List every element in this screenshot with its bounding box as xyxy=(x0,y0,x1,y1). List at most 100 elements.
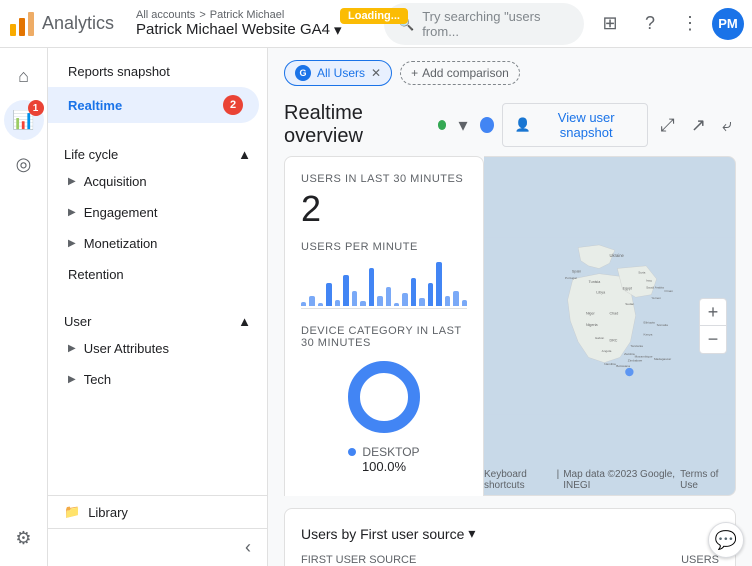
all-users-close-icon: ✕ xyxy=(371,66,381,80)
bar-item xyxy=(436,262,441,306)
share-icon-button[interactable]: ⤶ xyxy=(718,111,736,140)
users-per-min-chart xyxy=(301,259,467,309)
lifecycle-header[interactable]: Life cycle ▲ xyxy=(48,139,267,166)
bar-item xyxy=(453,291,458,306)
sidebar-item-realtime[interactable]: Realtime 2 xyxy=(48,87,259,123)
svg-text:Libya: Libya xyxy=(596,291,606,295)
sidebar-item-engagement[interactable]: ▶ Engagement xyxy=(48,197,259,228)
avatar[interactable]: PM xyxy=(712,8,744,40)
live-status-dot xyxy=(438,120,447,130)
svg-text:Gabon: Gabon xyxy=(595,336,605,340)
bar-item xyxy=(318,303,323,306)
svg-text:Niger: Niger xyxy=(586,311,596,315)
search-bar[interactable]: 🔍 Try searching "users from... xyxy=(384,3,584,45)
sidebar-item-user-attributes[interactable]: ▶ User Attributes xyxy=(48,333,259,364)
view-snapshot-label: View user snapshot xyxy=(537,110,635,140)
app-body: ⌂ 📊 1 ◎ ⚙ Reports snapshot Realtime 2 Li… xyxy=(0,48,752,566)
svg-text:Spain: Spain xyxy=(572,270,581,274)
bar-item xyxy=(377,296,382,306)
sidebar-item-tech[interactable]: ▶ Tech xyxy=(48,364,259,395)
add-icon: + xyxy=(411,66,418,80)
add-comparison-button[interactable]: + Add comparison xyxy=(400,61,520,85)
desktop-label: DESKTOP xyxy=(362,445,419,459)
svg-text:Syria: Syria xyxy=(638,271,645,275)
breadcrumb-sep: > xyxy=(199,9,205,21)
chevron-left-icon: ‹ xyxy=(245,537,251,557)
table-dropdown-icon[interactable]: ▾ xyxy=(468,525,475,542)
donut-chart: DESKTOP 100.0% xyxy=(301,357,467,474)
analytics-logo-icon xyxy=(8,10,36,38)
bar-item xyxy=(411,278,416,306)
zoom-in-button[interactable]: + xyxy=(699,298,727,326)
svg-text:DRC: DRC xyxy=(610,339,618,343)
sidebar-collapse-button[interactable]: ‹ xyxy=(237,533,259,562)
svg-text:Tunisia: Tunisia xyxy=(589,280,602,284)
property-name: Patrick Michael Website GA4 xyxy=(136,21,330,38)
svg-text:Iraq: Iraq xyxy=(646,279,652,283)
svg-text:Somalia: Somalia xyxy=(657,323,669,327)
export-icon-button[interactable]: ↗ xyxy=(687,111,710,140)
bar-item xyxy=(343,275,348,306)
svg-text:Tanzania: Tanzania xyxy=(630,344,643,348)
zoom-out-button[interactable]: − xyxy=(699,326,727,354)
section-title-bar: Realtime overview ▾ 👤 View user snapshot… xyxy=(268,94,752,156)
sidebar-item-reports-snapshot[interactable]: Reports snapshot xyxy=(48,56,259,87)
more-icon-button[interactable]: ⋮ xyxy=(672,6,708,42)
svg-text:Zimbabwe: Zimbabwe xyxy=(628,359,643,363)
settings-icon-button[interactable]: ⚙ xyxy=(4,518,44,558)
bar-item xyxy=(462,300,467,306)
map-footer: Keyboard shortcuts | Map data ©2023 Goog… xyxy=(484,469,727,491)
monetization-label: Monetization xyxy=(84,236,243,251)
svg-text:Portugal: Portugal xyxy=(565,276,577,280)
svg-text:Oman: Oman xyxy=(664,289,673,293)
users-per-min-label: USERS PER MINUTE xyxy=(301,241,467,253)
sidebar-library-item[interactable]: 📁 Library xyxy=(48,495,267,528)
lifecycle-label: Life cycle xyxy=(64,147,118,162)
realtime-icon-button[interactable]: 📊 1 xyxy=(4,100,44,140)
keyboard-shortcuts-label: Keyboard shortcuts xyxy=(484,469,553,491)
lifecycle-collapse-icon: ▲ xyxy=(238,147,251,162)
svg-text:Angola: Angola xyxy=(602,349,612,353)
breadcrumb-sub: Patrick Michael xyxy=(210,9,285,21)
desktop-dot xyxy=(348,448,356,456)
home-icon-button[interactable]: ⌂ xyxy=(4,56,44,96)
bar-item xyxy=(301,302,306,306)
svg-text:Zambia: Zambia xyxy=(624,352,635,356)
monetization-chevron-icon: ▶ xyxy=(68,238,76,249)
status-dropdown-button[interactable]: ▾ xyxy=(454,111,471,140)
donut-svg xyxy=(344,357,424,437)
settings-icon: ⚙ xyxy=(15,528,31,549)
engagement-label: Engagement xyxy=(84,205,243,220)
user-header[interactable]: User ▲ xyxy=(48,306,267,333)
bar-item xyxy=(335,300,340,306)
terms-label: Terms of Use xyxy=(680,469,727,491)
library-folder-icon: 📁 xyxy=(64,504,80,520)
bar-item xyxy=(309,296,314,306)
explore-icon: ◎ xyxy=(16,154,32,175)
nav-icons: ⊞ ? ⋮ PM xyxy=(592,6,744,42)
chat-button[interactable]: 💬 xyxy=(708,522,744,558)
retention-label: Retention xyxy=(68,267,243,282)
bar-item xyxy=(419,298,424,306)
loading-badge: Loading... xyxy=(340,8,408,24)
help-icon-button[interactable]: ? xyxy=(632,6,668,42)
map-container: Ukraine Spain Portugal Tunisia Libya Egy… xyxy=(484,156,736,496)
svg-text:Ukraine: Ukraine xyxy=(610,253,625,258)
sidebar-collapse-section: ‹ xyxy=(48,528,267,566)
desktop-percentage: 100.0% xyxy=(362,459,406,474)
tech-chevron-icon: ▶ xyxy=(68,374,76,385)
chat-icon: 💬 xyxy=(715,530,737,551)
sidebar-item-monetization[interactable]: ▶ Monetization xyxy=(48,228,259,259)
all-users-chip[interactable]: G All Users ✕ xyxy=(284,60,392,86)
breadcrumb-main[interactable]: Patrick Michael Website GA4 ▾ xyxy=(136,21,376,39)
svg-text:Ethiopia: Ethiopia xyxy=(643,320,655,324)
explore-icon-button[interactable]: ◎ xyxy=(4,144,44,184)
grid-icon-button[interactable]: ⊞ xyxy=(592,6,628,42)
expand-icon-button[interactable]: ⤢ xyxy=(656,111,678,140)
table-title: Users by First user source ▾ xyxy=(301,525,719,542)
bar-item xyxy=(326,283,331,306)
view-snapshot-button[interactable]: 👤 View user snapshot xyxy=(502,103,649,147)
sidebar-item-retention[interactable]: Retention xyxy=(48,259,259,290)
bar-item xyxy=(352,291,357,306)
sidebar-item-acquisition[interactable]: ▶ Acquisition xyxy=(48,166,259,197)
